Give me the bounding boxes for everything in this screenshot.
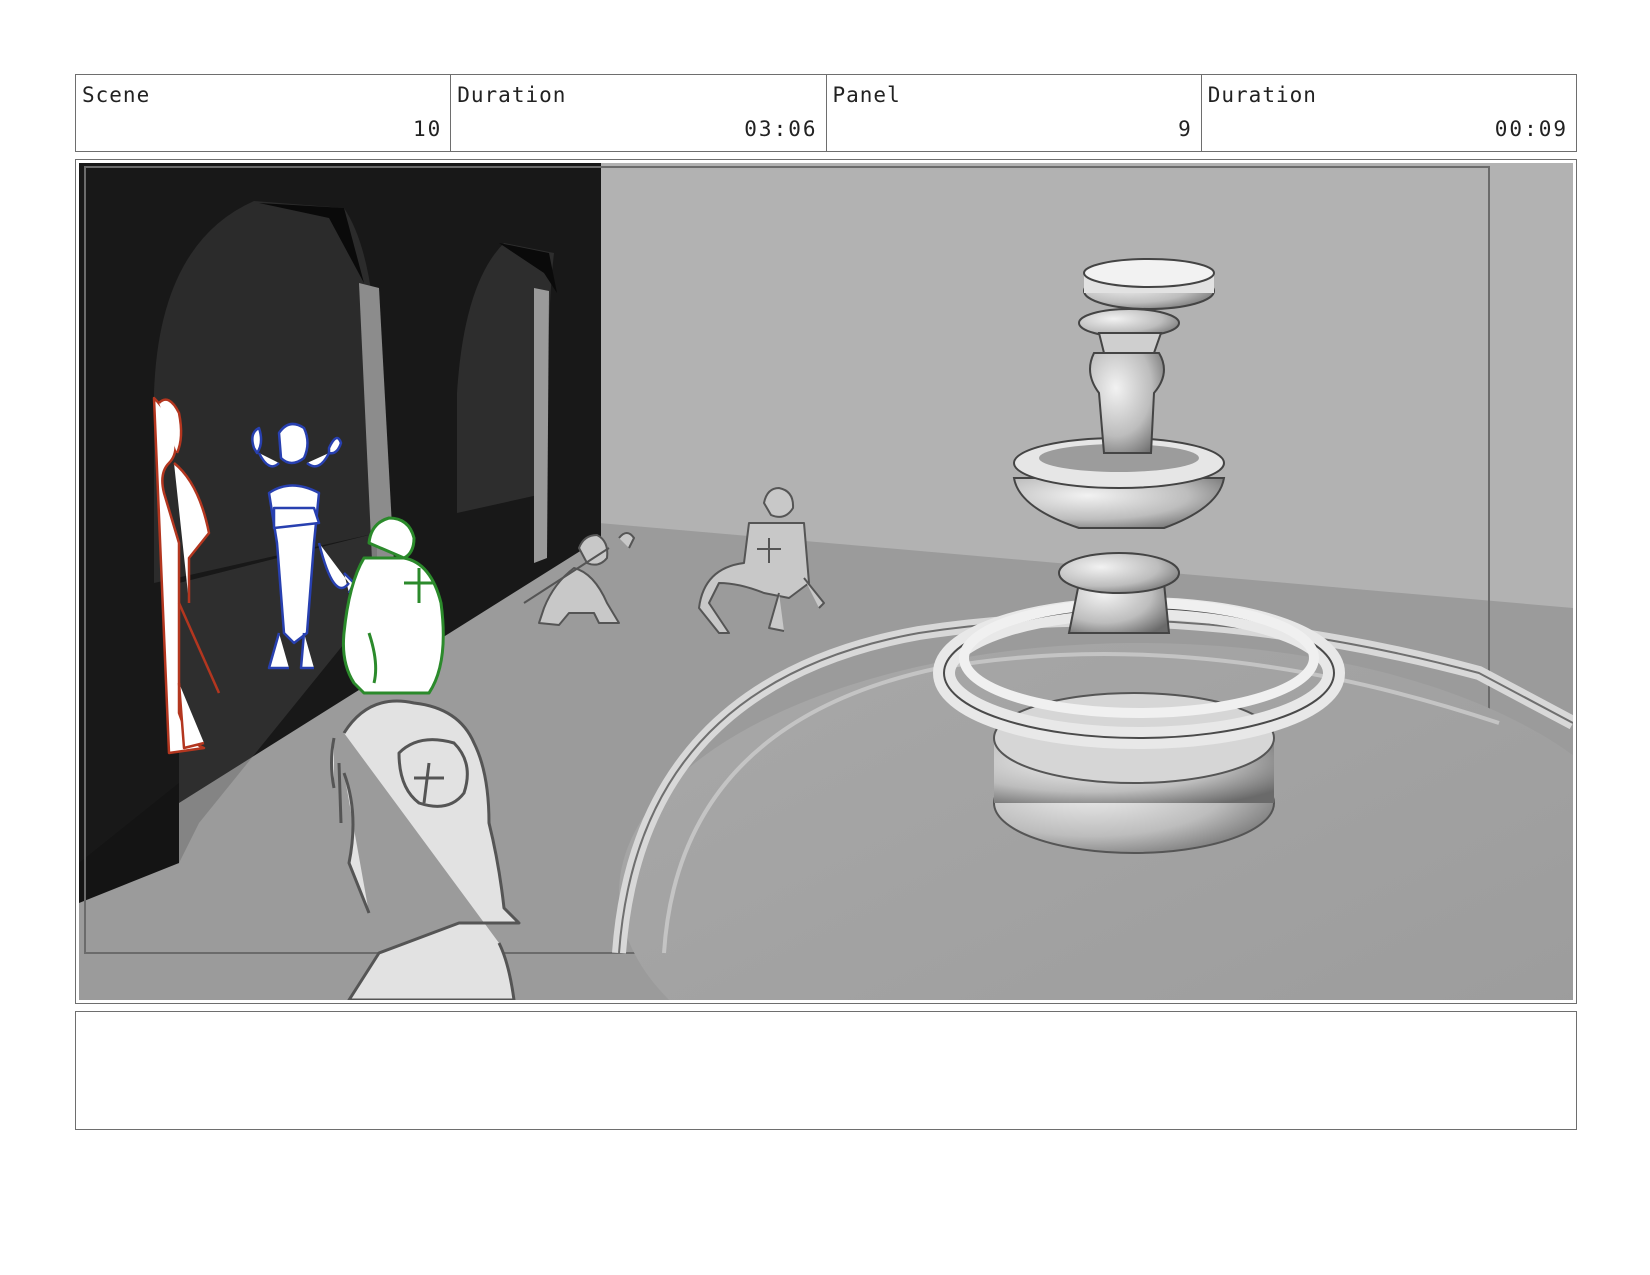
panel-header: Scene 10 Duration 03:06 Panel 9 Duration…	[75, 74, 1577, 152]
storyboard-image	[79, 163, 1573, 1000]
panel-number: 9	[1178, 117, 1193, 141]
panel-duration-cell: Duration 00:09	[1202, 75, 1576, 151]
panel-duration-value: 00:09	[1494, 117, 1568, 141]
scene-number: 10	[412, 117, 443, 141]
scene-duration-label: Duration	[457, 83, 567, 107]
storyboard-frame	[75, 159, 1577, 1004]
scene-cell: Scene 10	[76, 75, 452, 151]
panel-cell: Panel 9	[827, 75, 1202, 151]
scene-duration-cell: Duration 03:06	[451, 75, 827, 151]
panel-duration-label: Duration	[1207, 83, 1317, 107]
panel-notes[interactable]	[75, 1011, 1577, 1130]
scene-label: Scene	[82, 83, 151, 107]
panel-label: Panel	[832, 83, 901, 107]
scene-duration-value: 03:06	[744, 117, 818, 141]
